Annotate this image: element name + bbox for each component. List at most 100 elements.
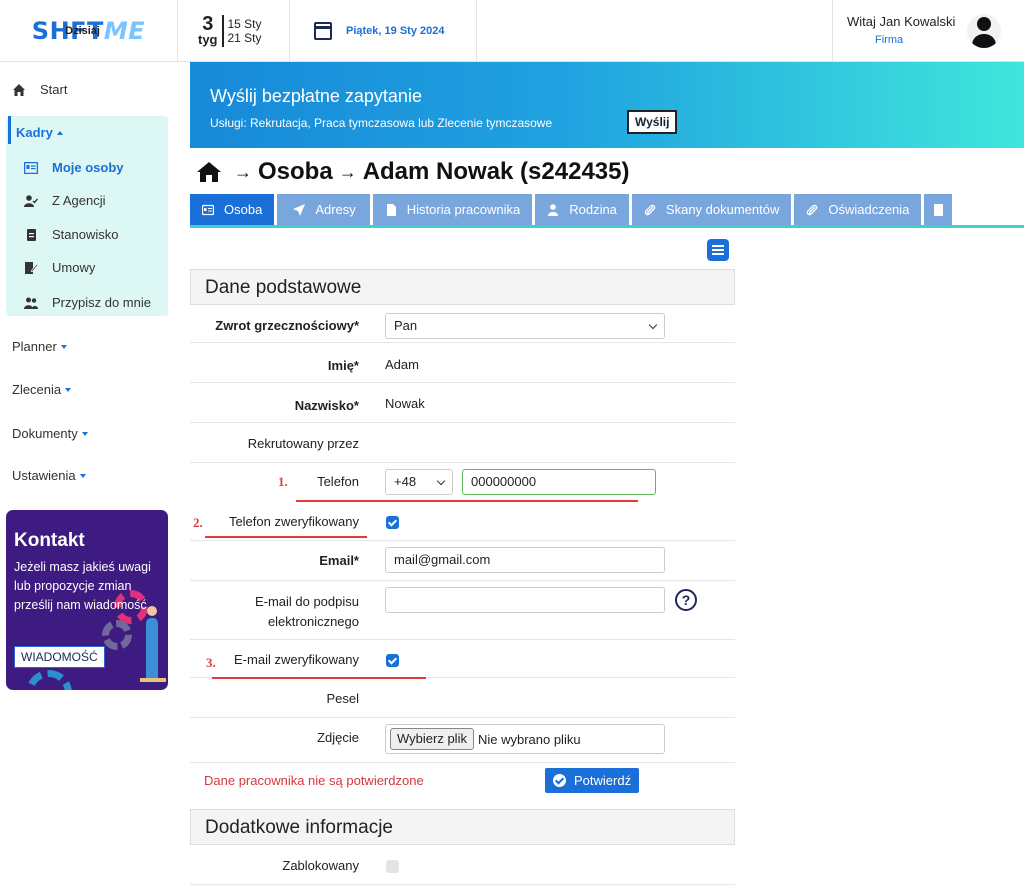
file-icon: [385, 203, 397, 216]
tab-osoba[interactable]: Osoba: [190, 194, 275, 225]
last-name-value: Nowak: [385, 396, 425, 411]
top-bar: SHFT ME 3 tyg 15 Sty 21 Sty Dzisiaj Piąte…: [0, 0, 1024, 62]
week-end: 21 Sty: [227, 31, 262, 45]
blocked-checkbox[interactable]: [386, 860, 399, 873]
week-number: 3: [202, 13, 214, 35]
confirm-label: Potwierdź: [574, 773, 632, 788]
location-arrow-icon: [293, 203, 306, 216]
phone-input[interactable]: 000000000: [462, 469, 656, 495]
first-name-label: Imię*: [327, 358, 359, 373]
row-confirmation: Dane pracownika nie są potwierdzone: [190, 763, 735, 808]
photo-file-input[interactable]: Wybierz plik Nie wybrano pliku: [385, 724, 665, 754]
arrow-icon: →: [234, 161, 252, 182]
row-phone: Telefon +48 000000000: [190, 463, 735, 503]
phone-verified-label: Telefon zweryfikowany: [228, 514, 359, 529]
annotation-underline: [296, 500, 638, 502]
sidebar-item-label: Umowy: [52, 260, 96, 275]
sidebar-item-stanowisko[interactable]: Stanowisko: [24, 227, 118, 242]
sidebar-item-umowy[interactable]: Umowy: [24, 260, 95, 275]
row-email: Email* mail@gmail.com: [190, 541, 735, 581]
id-card-icon: [23, 161, 39, 174]
sidebar-item-label: Kadry: [16, 125, 53, 140]
sidebar-item-moje-osoby[interactable]: Moje osoby: [23, 160, 124, 175]
tab-adresy[interactable]: Adresy: [277, 194, 370, 225]
sidebar-item-kadry[interactable]: Kadry: [16, 125, 63, 140]
first-name-value: Adam: [385, 357, 419, 372]
tab-oswiadczenia[interactable]: Oświadczenia: [794, 194, 922, 225]
tab-rodzina[interactable]: Rodzina: [535, 194, 629, 225]
esign-email-input[interactable]: [385, 587, 665, 613]
list-view-button[interactable]: [707, 239, 729, 261]
company-link[interactable]: Firma: [875, 34, 903, 46]
phone-verified-checkbox[interactable]: [386, 516, 399, 529]
sidebar-item-label: Planner: [12, 339, 57, 354]
help-icon[interactable]: ?: [675, 589, 697, 611]
annotation-underline: [205, 536, 367, 538]
caret-up-icon: [56, 130, 63, 135]
today-label: Dzisiaj: [65, 25, 100, 37]
row-last-name: Nazwisko* Nowak: [190, 383, 735, 423]
caret-down-icon: [65, 387, 72, 392]
gear-icon: [102, 620, 132, 650]
banner-subtitle: Usługi: Rekrutacja, Praca tymczasowa lub…: [210, 116, 553, 130]
tab-label: Adresy: [315, 202, 356, 217]
sidebar-item-planner[interactable]: Planner: [12, 339, 67, 354]
salutation-select[interactable]: Pan: [385, 313, 665, 339]
email-verified-checkbox[interactable]: [386, 654, 399, 667]
sidebar-item-przypisz[interactable]: Przypisz do mnie: [24, 295, 151, 310]
sidebar-item-z-agencji[interactable]: Z Agencji: [24, 193, 105, 208]
annotation-number: 2.: [193, 515, 203, 530]
contact-text: Jeżeli masz jakieś uwagi lub propozycje …: [14, 560, 151, 612]
sidebar-item-start[interactable]: Start: [12, 82, 67, 97]
sidebar-item-label: Z Agencji: [52, 193, 106, 208]
tab-label: Skany dokumentów: [665, 202, 780, 217]
phone-value: 000000000: [471, 474, 537, 489]
choose-file-button[interactable]: Wybierz plik: [390, 728, 474, 750]
row-email-verified: E-mail zweryfikowany: [190, 640, 735, 678]
home-icon[interactable]: [196, 161, 222, 183]
caret-down-icon: [81, 431, 88, 436]
tab-skany[interactable]: Skany dokumentów: [631, 194, 792, 225]
week-label: tyg: [198, 32, 218, 47]
message-button[interactable]: WIADOMOŚĆ: [14, 646, 105, 668]
banner-title: Wyślij bezpłatne zapytanie: [210, 86, 422, 106]
row-blocked: Zablokowany: [190, 845, 735, 885]
sidebar-item-zlecenia[interactable]: Zlecenia: [12, 382, 72, 397]
avatar[interactable]: [967, 14, 1001, 48]
today-box[interactable]: Dzisiaj Piątek, 19 Sty 2024: [65, 0, 477, 62]
email-input[interactable]: mail@gmail.com: [385, 547, 665, 573]
tab-more[interactable]: [924, 194, 953, 225]
send-inquiry-button[interactable]: Wyślij: [627, 110, 678, 134]
ladder-step: [140, 678, 166, 682]
sidebar-item-ustawienia[interactable]: Ustawienia: [12, 468, 86, 483]
today-text: Dzisiaj Piątek, 19 Sty 2024: [65, 24, 445, 38]
user-menu[interactable]: Witaj Jan Kowalski Firma: [832, 0, 1024, 62]
book-icon: [932, 203, 944, 216]
paperclip-icon: [806, 204, 818, 216]
annotation-number: 1.: [278, 474, 288, 489]
row-pesel: Pesel: [190, 678, 735, 718]
phone-prefix-select[interactable]: +48: [385, 469, 453, 495]
contact-card: Kontakt Jeżeli masz jakieś uwagi lub pro…: [6, 510, 168, 690]
inquiry-banner: Wyślij bezpłatne zapytanie Usługi: Rekru…: [190, 62, 1024, 148]
section-title: Dane podstawowe: [205, 277, 362, 298]
email-value: mail@gmail.com: [394, 552, 491, 567]
caret-down-icon: [60, 344, 67, 349]
sidebar-item-label: Ustawienia: [12, 468, 76, 483]
sidebar-item-dokumenty[interactable]: Dokumenty: [12, 426, 88, 441]
document-icon: [24, 228, 38, 241]
row-salutation: Zwrot grzecznościowy* Pan: [190, 305, 735, 343]
sidebar-item-label: Przypisz do mnie: [52, 295, 151, 310]
today-date: Piątek, 19 Sty 2024: [346, 25, 445, 37]
confirm-button[interactable]: Potwierdź: [545, 768, 640, 793]
user-greeting: Witaj Jan Kowalski: [847, 14, 956, 29]
week-indicator[interactable]: 3 tyg 15 Sty 21 Sty: [178, 0, 290, 62]
section-basic: Dane podstawowe: [190, 269, 735, 305]
salutation-label: Zwrot grzecznościowy*: [215, 318, 359, 333]
id-card-icon: [201, 204, 215, 216]
breadcrumb-osoba[interactable]: Osoba: [258, 158, 333, 186]
phone-prefix-value: +48: [394, 474, 417, 489]
tab-historia[interactable]: Historia pracownika: [372, 194, 533, 225]
last-name-label: Nazwisko*: [294, 398, 359, 413]
signature-icon: [24, 261, 39, 274]
